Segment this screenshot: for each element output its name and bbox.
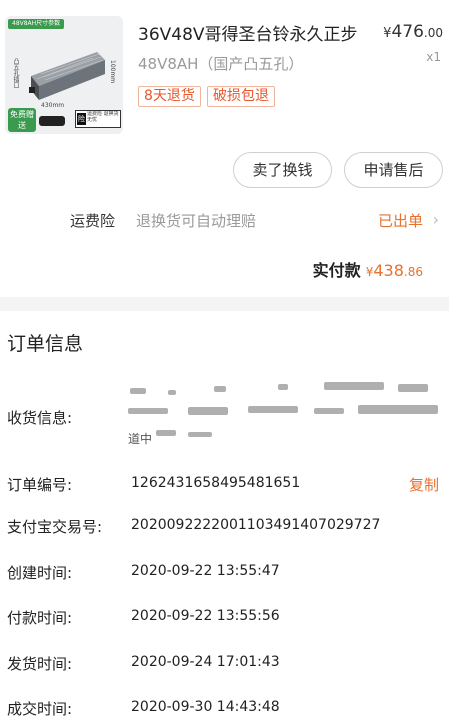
price-main: 476 — [391, 22, 424, 42]
address-partial-text: 道中 — [128, 432, 153, 446]
order-no-value: 1262431658495481651 — [131, 475, 301, 491]
tag-8day-return: 8天退货 — [138, 86, 201, 107]
shipping-insurance-description: 退换货可自动理赔 — [136, 212, 257, 230]
shipped-time-label: 发货时间: — [7, 655, 73, 673]
address-value-redacted: 道中 — [128, 380, 440, 446]
alipay-no-value: 2020092222001103491407029727 — [131, 517, 381, 533]
product-quantity: x1 — [426, 50, 441, 64]
section-divider — [0, 297, 449, 311]
paid-time-value: 2020-09-22 13:55:56 — [131, 608, 280, 624]
completed-time-label: 成交时间: — [7, 700, 73, 718]
product-spec: 48V8AH（国产凸五孔） — [138, 55, 304, 73]
alipay-no-label: 支付宝交易号: — [7, 518, 103, 536]
order-no-label: 订单编号: — [7, 476, 73, 494]
thumb-dim-length: 430mm — [41, 102, 65, 109]
created-time-value: 2020-09-22 13:55:47 — [131, 563, 280, 579]
completed-time-value: 2020-09-30 14:43:48 — [131, 699, 280, 715]
thumb-dim-height: 100mm — [109, 60, 116, 84]
address-label: 收货信息: — [7, 409, 73, 427]
shipping-insurance-row[interactable]: 运费险 退换货可自动理赔 已出单 › — [0, 208, 449, 234]
thumb-free-badge: 免费赠送 — [8, 108, 36, 132]
copy-order-no-button[interactable]: 复制 — [409, 474, 439, 495]
thumb-insurance-text: 运费险 退换货无忧 — [87, 111, 119, 123]
product-price: ¥476.00 — [383, 22, 443, 42]
price-cents: .00 — [423, 26, 443, 40]
thumb-insurance-badge: 险 运费险 退换货无忧 — [75, 110, 121, 128]
order-info-title: 订单信息 — [7, 333, 84, 355]
thumb-side-label: 凸五孔插口 — [12, 58, 19, 88]
paid-time-label: 付款时间: — [7, 609, 73, 627]
paid-label: 实付款 — [312, 261, 361, 280]
product-title[interactable]: 36V48V哥得圣台铃永久正步 — [138, 20, 358, 45]
insurance-mark-icon: 险 — [77, 113, 86, 125]
product-card[interactable]: 48V8AH尺寸参数 凸五孔插口 430mm 100mm 免费赠送 险 运费险 … — [0, 0, 449, 145]
charger-icon — [39, 116, 65, 126]
thumb-header: 48V8AH尺寸参数 — [8, 19, 65, 29]
shipped-time-value: 2020-09-24 17:01:43 — [131, 654, 280, 670]
shipping-insurance-label: 运费险 — [70, 212, 116, 230]
after-sale-button[interactable]: 申请售后 — [344, 152, 443, 188]
battery-icon — [29, 52, 105, 100]
sell-button[interactable]: 卖了换钱 — [233, 152, 332, 188]
tag-damage-return: 破损包退 — [207, 86, 275, 107]
paid-amount: 实付款 ¥438.86 — [313, 257, 423, 281]
created-time-label: 创建时间: — [7, 564, 73, 582]
paid-main: 438 — [373, 261, 404, 280]
product-thumbnail[interactable]: 48V8AH尺寸参数 凸五孔插口 430mm 100mm 免费赠送 险 运费险 … — [5, 16, 123, 134]
paid-cents: .86 — [403, 265, 423, 279]
chevron-right-icon: › — [432, 210, 439, 229]
shipping-insurance-status: 已出单 — [377, 212, 423, 230]
